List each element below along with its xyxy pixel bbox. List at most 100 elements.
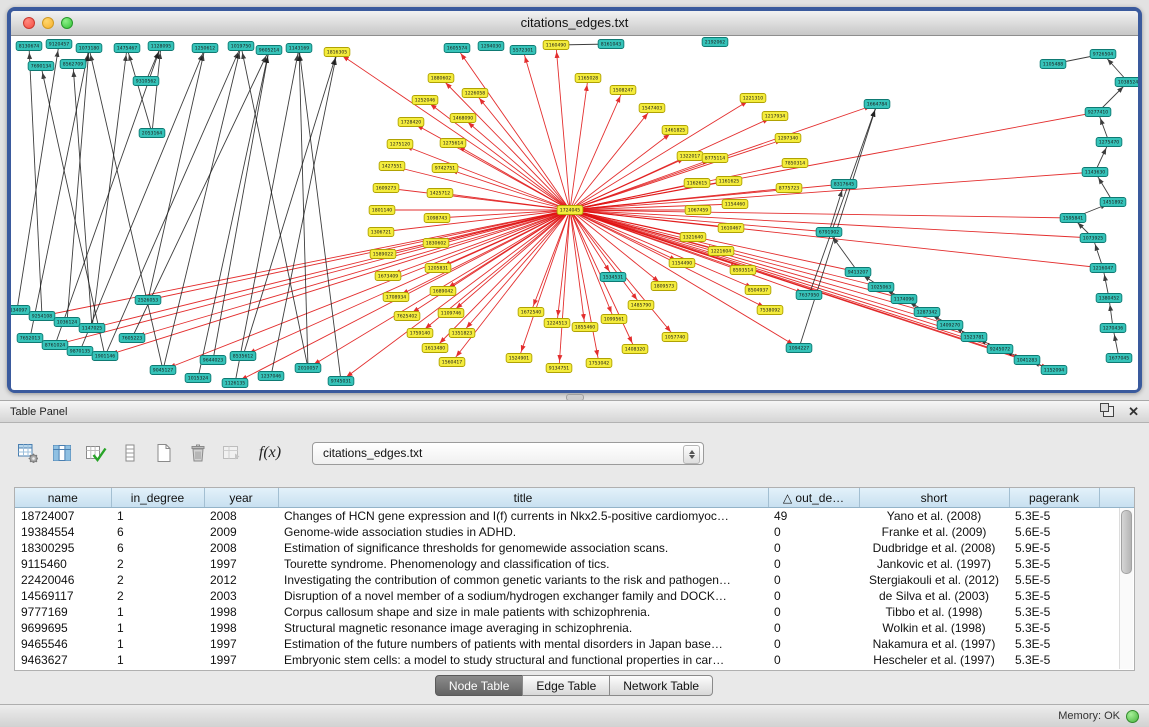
cell-out_degree[interactable]: 0 [768, 556, 859, 572]
graph-node[interactable]: 1673409 [375, 272, 401, 281]
cell-out_degree[interactable]: 0 [768, 588, 859, 604]
cell-pagerank[interactable]: 5.3E-5 [1009, 652, 1099, 668]
cell-year[interactable]: 1997 [204, 652, 278, 668]
cell-in_degree[interactable]: 2 [111, 556, 204, 572]
graph-node[interactable]: 8535612 [230, 352, 256, 361]
graph-edge[interactable] [132, 50, 269, 338]
graph-edge[interactable] [80, 48, 205, 351]
graph-node[interactable]: 1025063 [868, 283, 894, 292]
cell-short[interactable]: de Silva et al. (2003) [859, 588, 1009, 604]
graph-node[interactable]: 8130674 [16, 42, 42, 51]
cell-in_degree[interactable]: 1 [111, 508, 204, 525]
graph-node[interactable]: 1809573 [651, 282, 677, 291]
graph-node[interactable]: 8775723 [776, 184, 802, 193]
cell-name[interactable]: 14569117 [15, 588, 111, 604]
graph-edge[interactable] [457, 48, 570, 210]
table-row[interactable]: 1830029562008Estimation of significance … [15, 540, 1134, 556]
graph-node[interactable]: 1830602 [423, 239, 449, 248]
graph-node[interactable]: 9742751 [432, 164, 458, 173]
graph-node[interactable]: 1524901 [506, 354, 532, 363]
cell-pagerank[interactable]: 5.3E-5 [1009, 588, 1099, 604]
column-header-out_degree[interactable]: △ out_de… [768, 488, 859, 508]
minimize-window-button[interactable] [42, 17, 54, 29]
cell-out_degree[interactable]: 0 [768, 524, 859, 540]
column-header-year[interactable]: year [204, 488, 278, 508]
graph-edge[interactable] [163, 46, 241, 370]
graph-node[interactable]: 1160490 [543, 41, 569, 50]
cell-out_degree[interactable]: 0 [768, 540, 859, 556]
splitter[interactable] [0, 393, 1149, 400]
graph-edge[interactable] [17, 44, 59, 310]
cell-year[interactable]: 1998 [204, 620, 278, 636]
table-row[interactable]: 969969511998Structural magnetic resonanc… [15, 620, 1134, 636]
graph-edge[interactable] [30, 48, 89, 338]
graph-node[interactable]: 9870135 [67, 347, 93, 356]
graph-node[interactable]: 1073925 [1080, 234, 1106, 243]
graph-node[interactable]: 9254108 [29, 312, 55, 321]
graph-node[interactable]: 1425712 [427, 189, 453, 198]
graph-edge[interactable] [73, 64, 92, 328]
cell-name[interactable]: 18724007 [15, 508, 111, 525]
graph-edge[interactable] [163, 210, 570, 370]
cell-title[interactable]: Investigating the contribution of common… [278, 572, 768, 588]
zoom-window-button[interactable] [61, 17, 73, 29]
graph-node[interactable]: 1154490 [669, 259, 695, 268]
column-header-in_degree[interactable]: in_degree [111, 488, 204, 508]
graph-node[interactable]: 1901146 [92, 352, 118, 361]
cell-short[interactable]: Stergiakouli et al. (2012) [859, 572, 1009, 588]
graph-node[interactable]: 1475467 [114, 44, 140, 53]
cell-year[interactable]: 1997 [204, 556, 278, 572]
graph-node[interactable]: 1205831 [425, 264, 451, 273]
graph-node[interactable]: 1143169 [286, 44, 312, 53]
graph-node[interactable]: 1610467 [718, 224, 744, 233]
graph-node[interactable]: 1380452 [1096, 294, 1122, 303]
graph-edge[interactable] [570, 108, 652, 210]
graph-node[interactable]: 1270436 [1100, 324, 1126, 333]
graph-edge[interactable] [92, 48, 127, 328]
cell-year[interactable]: 2008 [204, 508, 278, 525]
graph-node[interactable]: 1250612 [192, 44, 218, 53]
cell-title[interactable]: Tourette syndrome. Phenomenology and cla… [278, 556, 768, 572]
graph-node[interactable]: 1041283 [1014, 356, 1040, 365]
graph-node[interactable]: 9045127 [150, 366, 176, 375]
cell-out_degree[interactable]: 49 [768, 508, 859, 525]
cell-title[interactable]: Disruption of a novel member of a sodium… [278, 588, 768, 604]
table-selector-dropdown[interactable]: citations_edges.txt [312, 442, 704, 465]
graph-node[interactable]: 9134751 [546, 364, 572, 373]
cell-name[interactable]: 9115460 [15, 556, 111, 572]
column-header-title[interactable]: title [278, 488, 768, 508]
graph-node[interactable]: 1147025 [79, 324, 105, 333]
cell-short[interactable]: Tibbo et al. (1998) [859, 604, 1009, 620]
cell-name[interactable]: 9777169 [15, 604, 111, 620]
graph-node[interactable]: 1275470 [1096, 138, 1122, 147]
graph-edge[interactable] [475, 93, 570, 210]
delete-column-icon[interactable] [186, 441, 210, 465]
graph-edge[interactable] [392, 166, 570, 210]
graph-node[interactable]: 1221310 [740, 94, 766, 103]
cell-year[interactable]: 2008 [204, 540, 278, 556]
graph-node[interactable]: 1287342 [914, 308, 940, 317]
cell-out_degree[interactable]: 0 [768, 620, 859, 636]
graph-node[interactable]: 9245072 [987, 345, 1013, 354]
graph-node[interactable]: 1672540 [518, 308, 544, 317]
table-row[interactable]: 1456911722003Disruption of a novel membe… [15, 588, 1134, 604]
graph-node[interactable]: 2192062 [702, 38, 728, 47]
graph-edge[interactable] [570, 112, 1098, 210]
graph-node[interactable]: 2010057 [295, 364, 321, 373]
cell-name[interactable]: 9465546 [15, 636, 111, 652]
graph-edge[interactable] [235, 48, 299, 383]
network-window-titlebar[interactable]: citations_edges.txt [11, 11, 1138, 36]
graph-node[interactable]: 1451892 [1100, 198, 1126, 207]
cell-short[interactable]: Dudbridge et al. (2008) [859, 540, 1009, 556]
graph-node[interactable]: 1306721 [368, 228, 394, 237]
cell-out_degree[interactable]: 0 [768, 572, 859, 588]
cell-pagerank[interactable]: 5.3E-5 [1009, 620, 1099, 636]
graph-edge[interactable] [29, 46, 42, 316]
graph-node[interactable]: 9120457 [46, 40, 72, 49]
graph-edge[interactable] [105, 210, 570, 356]
graph-node[interactable]: 9277410 [1085, 108, 1111, 117]
cell-pagerank[interactable]: 5.5E-5 [1009, 572, 1099, 588]
graph-node[interactable]: 1099561 [601, 315, 627, 324]
column-header-pagerank[interactable]: pagerank [1009, 488, 1099, 508]
graph-node[interactable]: 1067459 [685, 206, 711, 215]
